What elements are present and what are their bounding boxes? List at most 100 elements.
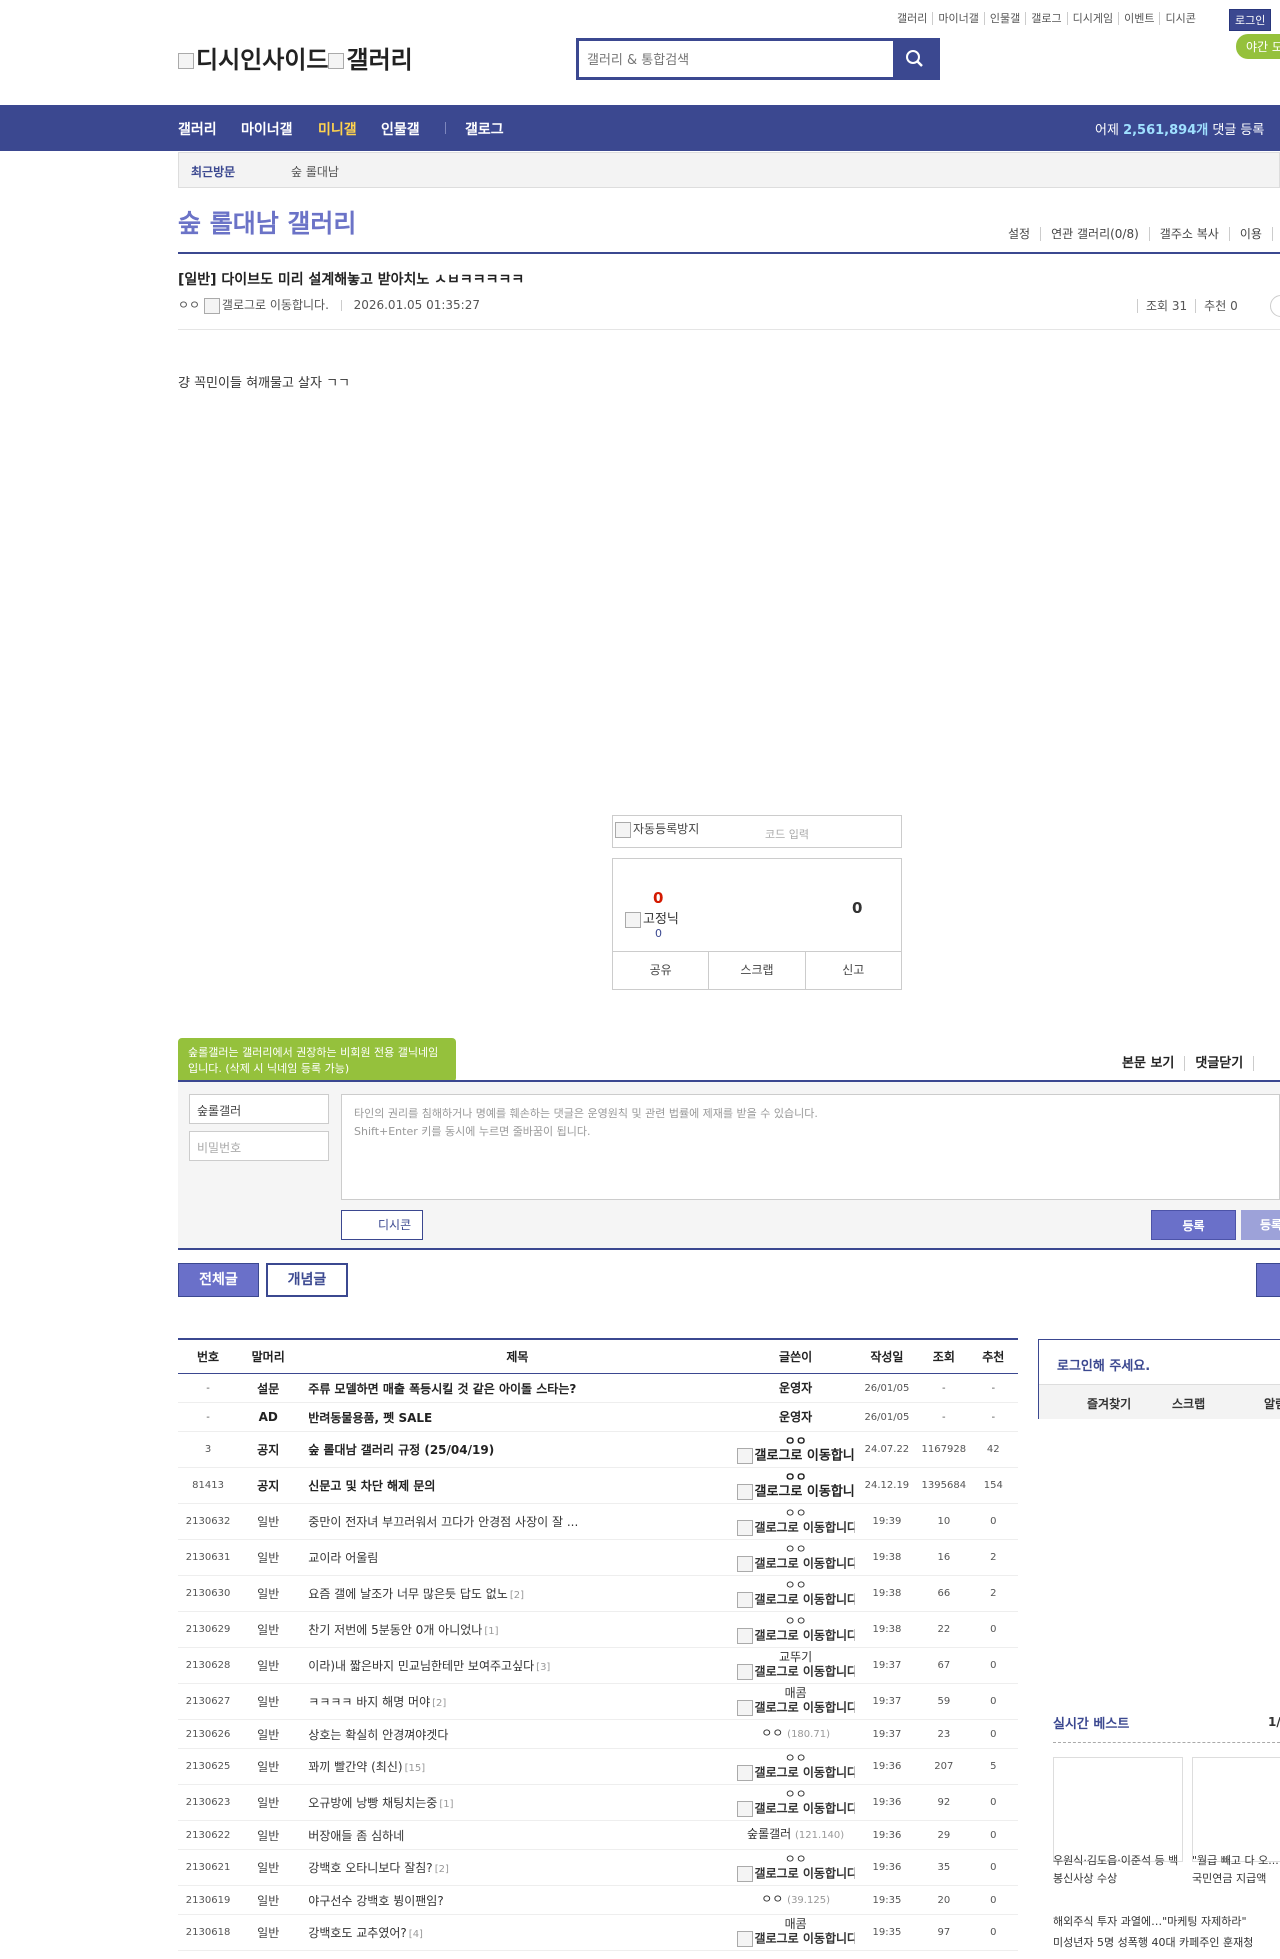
nav-gallog[interactable]: 갤로그 (465, 119, 504, 139)
writer-nick[interactable]: ㅇㅇ (737, 1752, 855, 1765)
writer-nick[interactable]: 교뚜기 (737, 1651, 855, 1664)
table-row[interactable]: 2130626 일반 상호는 확실히 안경껴야겟다 ㅇㅇ (180.71) 19:37 2… (178, 1719, 1018, 1749)
share-button[interactable]: 공유 (613, 952, 710, 989)
row-title-cell[interactable]: 반려동물용품, 펫 SALE (298, 1402, 737, 1432)
row-title[interactable]: 교이라 어울림 (308, 1551, 378, 1565)
site-logo[interactable]: 디시인사이드 갤러리 (178, 40, 413, 75)
writer-gallog-link[interactable]: 갤로그로 이동합니다. (736, 1866, 855, 1882)
writer-gallog-link[interactable]: 갤로그로 이동합니다. (736, 1448, 855, 1464)
row-title[interactable]: 꽈끼 빨간약 (최신) (308, 1760, 402, 1774)
reply-count[interactable]: [15] (405, 1763, 426, 1774)
writer-nick[interactable]: 운영자 (779, 1410, 812, 1424)
row-title[interactable]: 상호는 확실히 안경껴야겟다 (308, 1728, 448, 1742)
write-button[interactable] (1256, 1263, 1280, 1297)
best-thumbnail[interactable] (1053, 1757, 1183, 1862)
writer-nick[interactable]: ㅇㅇ (737, 1471, 855, 1484)
row-title-cell[interactable]: 찬기 저번에 5분동안 0개 아니었나 [1] (298, 1611, 737, 1648)
comment-nickname-input[interactable]: 숲롤갤러 (189, 1094, 329, 1124)
report-button[interactable]: 신고 (806, 952, 901, 989)
table-row[interactable]: 2130621 일반 강백호 오타니보다 잘침? [2] ㅇㅇ 갤로그로 이동합니다. 19… (178, 1849, 1018, 1886)
best-caption[interactable]: "월급 빼고 다 오... 국민연금 지급액 (1192, 1852, 1280, 1888)
top-link-minor[interactable]: 마이너갤 (933, 12, 985, 25)
top-link-dccon[interactable]: 디시콘 (1160, 12, 1200, 25)
row-title-cell[interactable]: 이라)내 짧은바지 민교님한테만 보여주고싶다 [3] (298, 1647, 737, 1684)
scrap-link[interactable]: 스크랩 (1172, 1395, 1205, 1412)
reply-count[interactable]: [2] (510, 1590, 524, 1601)
comment-submit-button[interactable]: 등록 (1151, 1210, 1236, 1240)
reply-count[interactable]: [1] (484, 1626, 498, 1637)
table-row[interactable]: - 설문 주류 모델하면 매출 폭등시킬 것 같은 아이돌 스타는? 운영자 26/01… (178, 1373, 1018, 1403)
tab-all-posts[interactable]: 전체글 (178, 1263, 259, 1297)
gallery-usage[interactable]: 이용 (1229, 227, 1273, 241)
table-row[interactable]: 2130631 일반 교이라 어울림 ㅇㅇ 갤로그로 이동합니다. 19:38 16 2 (178, 1539, 1018, 1576)
writer-gallog-link[interactable]: 갤로그로 이동합니다. (736, 1931, 855, 1947)
close-comments-button[interactable]: 댓글닫기 (1185, 1056, 1255, 1071)
writer-gallog-link[interactable]: 갤로그로 이동합니다. (736, 1700, 855, 1716)
table-row[interactable]: 2130628 일반 이라)내 짧은바지 민교님한테만 보여주고싶다 [3] 교뚜기 갤로… (178, 1647, 1018, 1684)
writer-nick[interactable]: ㅇㅇ (761, 1726, 783, 1740)
search-input[interactable] (585, 45, 869, 75)
table-row[interactable]: 81413공지 신문고 및 차단 해제 문의 ㅇㅇ갤로그로 이동합니다.24.12.… (178, 1467, 1018, 1504)
row-title-cell[interactable]: 상호는 확실히 안경껴야겟다 (298, 1719, 737, 1749)
row-title-cell[interactable]: 교이라 어울림 (298, 1539, 737, 1576)
top-link-gallog[interactable]: 갤로그 (1026, 12, 1068, 25)
best-caption[interactable]: 우원식·김도읍·이준석 등 백봉신사상 수상 (1053, 1852, 1183, 1888)
writer-nick[interactable]: ㅇㅇ (737, 1435, 855, 1448)
nav-minor[interactable]: 마이너갤 (241, 119, 293, 139)
table-row[interactable]: 2130625 일반 꽈끼 빨간약 (최신) [15] ㅇㅇ 갤로그로 이동합니다. 19:… (178, 1748, 1018, 1785)
captcha-input[interactable]: 코드 입력 (765, 826, 809, 842)
table-row[interactable]: 2130632 일반 중만이 전자녀 부끄러워서 끄다가 안경점 사장이 잘 ...… (178, 1503, 1018, 1540)
writer-nick[interactable]: ㅇㅇ (737, 1543, 855, 1556)
writer-gallog-link[interactable]: 갤로그로 이동합니다. (736, 1801, 855, 1817)
row-title[interactable]: 신문고 및 차단 해제 문의 (308, 1479, 435, 1493)
row-title[interactable]: ㅋㅋㅋㅋ 바지 해명 머야 (308, 1695, 430, 1709)
recent-visit-item[interactable]: 숲 롤대남 (291, 163, 339, 180)
writer-nick[interactable]: 매콤 (737, 1918, 855, 1931)
best-news-item[interactable]: 미성년자 5명 성폭행 40대 카페주인 훈재청 (1053, 1934, 1253, 1950)
writer-nick[interactable]: ㅇㅇ (761, 1892, 783, 1906)
login-button[interactable]: 로그인 (1229, 9, 1272, 31)
writer-nick[interactable]: 매콤 (737, 1687, 855, 1700)
writer-gallog-link[interactable]: 갤로그로 이동합니다. (736, 1592, 855, 1608)
table-row[interactable]: 2130627 일반 ㅋㅋㅋㅋ 바지 해명 머야 [2] 매콤 갤로그로 이동합니다. 19… (178, 1683, 1018, 1720)
row-title[interactable]: 반려동물용품, 펫 SALE (308, 1411, 432, 1425)
row-title-cell[interactable]: ㅋㅋㅋㅋ 바지 해명 머야 [2] (298, 1683, 737, 1720)
post-option-icon[interactable] (1270, 295, 1280, 317)
row-title-cell[interactable]: 꽈끼 빨간약 (최신) [15] (298, 1748, 737, 1785)
row-title-cell[interactable]: 오규방에 낭빵 채팅치는중 [1] (298, 1784, 737, 1821)
reply-count[interactable]: [2] (435, 1864, 449, 1875)
writer-gallog-link[interactable]: 갤로그로 이동합니다. (736, 1664, 855, 1680)
writer-nick[interactable]: ㅇㅇ (737, 1507, 855, 1520)
nav-person[interactable]: 인물갤 (381, 119, 420, 139)
table-row[interactable]: - AD 반려동물용품, 펫 SALE 운영자 26/01/05- - (178, 1402, 1018, 1432)
writer-nick[interactable]: ㅇㅇ (737, 1615, 855, 1628)
view-body-button[interactable]: 본문 보기 (1122, 1056, 1186, 1071)
row-title[interactable]: 오규방에 낭빵 채팅치는중 (308, 1796, 437, 1810)
gallog-icon[interactable] (203, 297, 220, 314)
notification-link[interactable]: 알림 (1264, 1395, 1280, 1412)
row-title[interactable]: 강백호 오타니보다 잘침? (308, 1861, 432, 1875)
table-row[interactable]: 2130618 일반 강백호도 교추였어? [4] 매콤 갤로그로 이동합니다. 19:35… (178, 1914, 1018, 1951)
writer-nick[interactable]: ㅇㅇ (737, 1579, 855, 1592)
row-title-cell[interactable]: 강백호도 교추였어? [4] (298, 1914, 737, 1951)
table-row[interactable]: 2130630 일반 요즘 갤에 날조가 너무 많은듯 답도 없노 [2] ㅇㅇ 갤로그로… (178, 1575, 1018, 1612)
table-row[interactable]: 2130622 일반 버장애들 좀 심하네 숲롤갤러 (121.140) 19:36 29… (178, 1820, 1018, 1850)
reply-count[interactable]: [4] (409, 1929, 423, 1940)
table-row[interactable]: 2130629 일반 찬기 저번에 5분동안 0개 아니었나 [1] ㅇㅇ 갤로그로 이동… (178, 1611, 1018, 1648)
writer-gallog-link[interactable]: 갤로그로 이동합니다. (736, 1520, 855, 1536)
table-row[interactable]: 2130619 일반 야구선수 강백호 뷩이팬임? ㅇㅇ (39.125) 19:35 2… (178, 1885, 1018, 1915)
writer-gallog-link[interactable]: 갤로그로 이동합니다. (736, 1628, 855, 1644)
row-title-cell[interactable]: 야구선수 강백호 뷩이팬임? (298, 1885, 737, 1915)
nav-gallery[interactable]: 갤러리 (178, 119, 217, 139)
row-title[interactable]: 숲 롤대남 갤러리 규정 (25/04/19) (308, 1443, 494, 1457)
table-row[interactable]: 3공지 숲 롤대남 갤러리 규정 (25/04/19) ㅇㅇ갤로그로 이동합니다.2… (178, 1431, 1018, 1468)
writer-gallog-link[interactable]: 갤로그로 이동합니다. (736, 1556, 855, 1572)
top-link-dcgame[interactable]: 디시게임 (1067, 12, 1120, 25)
dccon-button[interactable]: 디시콘 (341, 1210, 423, 1240)
row-title-cell[interactable]: 강백호 오타니보다 잘침? [2] (298, 1849, 737, 1886)
search-button[interactable] (893, 41, 937, 77)
row-title[interactable]: 버장애들 좀 심하네 (308, 1829, 404, 1843)
row-title-cell[interactable]: 주류 모델하면 매출 폭등시킬 것 같은 아이돌 스타는? (298, 1373, 737, 1403)
comment-textarea[interactable]: 타인의 권리를 침해하거나 명예를 훼손하는 댓글은 운영원칙 및 관련 법률에… (341, 1094, 1280, 1200)
top-link-event[interactable]: 이벤트 (1119, 12, 1161, 25)
